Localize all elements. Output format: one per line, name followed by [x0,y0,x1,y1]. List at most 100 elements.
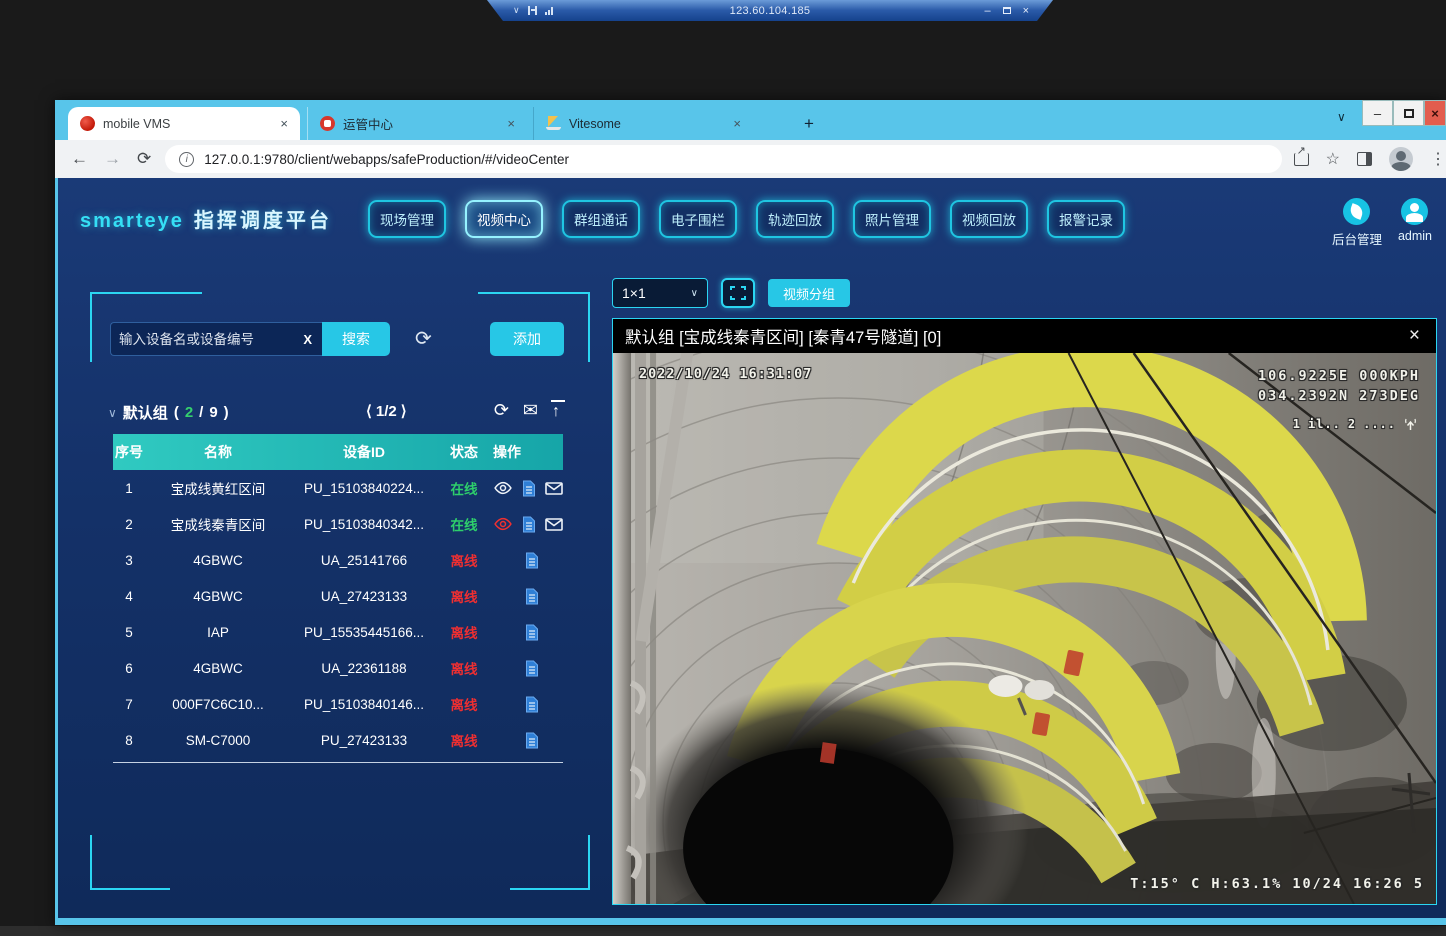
detail-doc-icon[interactable] [522,515,536,533]
new-tab-button[interactable]: + [797,112,821,136]
page-prev-button[interactable]: ⟨ [366,402,372,420]
detail-doc-icon[interactable] [522,731,542,749]
side-panel-icon[interactable] [1357,152,1372,166]
reload-button[interactable]: ⟳ [137,149,151,169]
close-video-icon[interactable]: × [1405,325,1424,347]
view-eye-icon[interactable] [493,479,513,497]
table-row[interactable]: 6 4GBWC UA_22361188 离线 [113,650,563,686]
group-header[interactable]: ∨ 默认组 ( 2 / 9 ) [108,402,229,423]
osd-gps: 106.9225E 000KPH 034.2392N 273DEG [1258,366,1420,406]
profile-avatar[interactable] [1389,147,1413,171]
desktop: ∨ 123.60.104.185 – × mobile VMS × 运管中心 × [0,0,1446,936]
group-collapse-icon[interactable]: ∨ [108,406,117,420]
video-frame[interactable]: 2022/10/24 16:31:07 106.9225E 000KPH 034… [613,353,1436,904]
desktop-taskbar-strip [0,926,1446,936]
rdp-pin-icon[interactable] [528,6,537,15]
forward-button[interactable]: → [104,149,121,169]
rdp-minimize-button[interactable]: – [984,5,990,17]
table-row[interactable]: 8 SM-C7000 PU_27423133 离线 [113,722,563,758]
grid-layout-value: 1×1 [622,285,646,301]
table-row[interactable]: 7 000F7C6C10... PU_15103840146... 离线 [113,686,563,722]
nav-video-playback[interactable]: 视频回放 [950,200,1028,238]
nav-track-playback[interactable]: 轨迹回放 [756,200,834,238]
window-minimize-button[interactable]: – [1362,100,1393,126]
fullscreen-button[interactable] [721,278,755,308]
nav-group-call[interactable]: 群组通话 [562,200,640,238]
detail-doc-icon[interactable] [522,695,542,713]
username: admin [1398,229,1432,243]
search-button[interactable]: 搜索 [322,322,390,356]
table-row[interactable]: 4 4GBWC UA_27423133 离线 [113,578,563,614]
group-total-count: 9 [209,404,217,421]
table-row[interactable]: 3 4GBWC UA_25141766 离线 [113,542,563,578]
main-nav: 现场管理 视频中心 群组通话 电子围栏 轨迹回放 照片管理 视频回放 报警记录 [368,200,1125,238]
status-badge: 离线 [437,586,491,606]
window-close-button[interactable]: × [1424,100,1446,126]
tab-search-chevron-icon[interactable]: ∨ [1337,110,1346,124]
detail-doc-icon[interactable] [522,623,542,641]
back-to-top-icon[interactable]: ↑ [552,400,560,421]
nav-video-center[interactable]: 视频中心 [465,200,543,238]
user-account[interactable]: admin [1398,198,1432,248]
backend-management[interactable]: 后台管理 [1332,198,1382,248]
tab-vitesome[interactable]: Vitesome × [533,107,753,140]
detail-doc-icon[interactable] [522,479,536,497]
status-badge: 在线 [437,514,491,534]
group-name: 默认组 [123,402,168,423]
address-bar[interactable]: i 127.0.0.1:9780/client/webapps/safeProd… [165,145,1281,173]
rdp-close-button[interactable]: × [1023,5,1029,17]
device-table: 序号 名称 设备ID 状态 操作 1 宝成线黄红区间 PU_1510384022… [113,434,563,758]
rdp-connection-bar[interactable]: ∨ 123.60.104.185 – × [487,0,1053,21]
video-panel: 默认组 [宝成线秦青区间] [秦青47号隧道] [0] × [612,318,1437,905]
tab-close-icon[interactable]: × [507,116,515,131]
bookmark-star-icon[interactable]: ☆ [1326,149,1340,169]
add-device-button[interactable]: 添加 [490,322,564,356]
tab-favicon [320,116,335,131]
status-badge: 离线 [437,658,491,678]
tab-favicon [80,116,95,131]
table-row[interactable]: 2 宝成线秦青区间 PU_15103840342... 在线 [113,506,563,542]
back-button[interactable]: ← [71,149,88,169]
group-mail-icon[interactable]: ✉ [523,400,538,421]
nav-photo-management[interactable]: 照片管理 [853,200,931,238]
smarteye-app: smarteye 指挥调度平台 现场管理 视频中心 群组通话 电子围栏 轨迹回放 … [58,178,1446,918]
video-group-button[interactable]: 视频分组 [768,279,850,307]
mail-icon[interactable] [545,479,563,497]
detail-doc-icon[interactable] [522,587,542,605]
tab-title: Vitesome [569,117,621,131]
nav-site-management[interactable]: 现场管理 [368,200,446,238]
view-eye-icon-active[interactable] [493,515,513,533]
share-icon[interactable] [1294,153,1309,166]
nav-geofence[interactable]: 电子围栏 [659,200,737,238]
nav-alarm-records[interactable]: 报警记录 [1047,200,1125,238]
rdp-restore-button[interactable] [1003,7,1011,14]
user-avatar-icon [1401,198,1428,225]
tunnel-video-still [613,353,1436,904]
table-bottom-divider [113,762,563,763]
device-search-box[interactable]: X [110,322,322,356]
detail-doc-icon[interactable] [522,551,542,569]
browser-menu-icon[interactable]: ⋮ [1430,149,1446,169]
device-search-input[interactable] [119,332,301,347]
tab-mobile-vms[interactable]: mobile VMS × [68,107,300,140]
table-row[interactable]: 5 IAP PU_15535445166... 离线 [113,614,563,650]
tab-strip: mobile VMS × 运管中心 × Vitesome × + ∨ – × [55,100,1446,140]
grid-layout-select[interactable]: 1×1 ∨ [612,278,708,308]
site-info-icon[interactable]: i [179,152,194,167]
rdp-chevron-down-icon[interactable]: ∨ [513,5,520,16]
mail-icon[interactable] [545,515,563,533]
tab-yunguan[interactable]: 运管中心 × [307,107,527,140]
page-next-button[interactable]: ⟩ [401,402,407,420]
group-refresh-icon[interactable]: ⟳ [494,400,509,421]
brand-cn: 指挥调度平台 [194,210,332,232]
table-row[interactable]: 1 宝成线黄红区间 PU_15103840224... 在线 [113,470,563,506]
panel-corner [510,835,590,890]
tab-close-icon[interactable]: × [280,116,288,131]
brand-en: smarteye [80,210,184,232]
refresh-devices-icon[interactable]: ⟳ [415,326,432,351]
window-maximize-button[interactable] [1393,100,1424,126]
detail-doc-icon[interactable] [522,659,542,677]
clear-search-button[interactable]: X [301,332,314,347]
tab-title: mobile VMS [103,117,170,131]
tab-close-icon[interactable]: × [733,116,741,131]
